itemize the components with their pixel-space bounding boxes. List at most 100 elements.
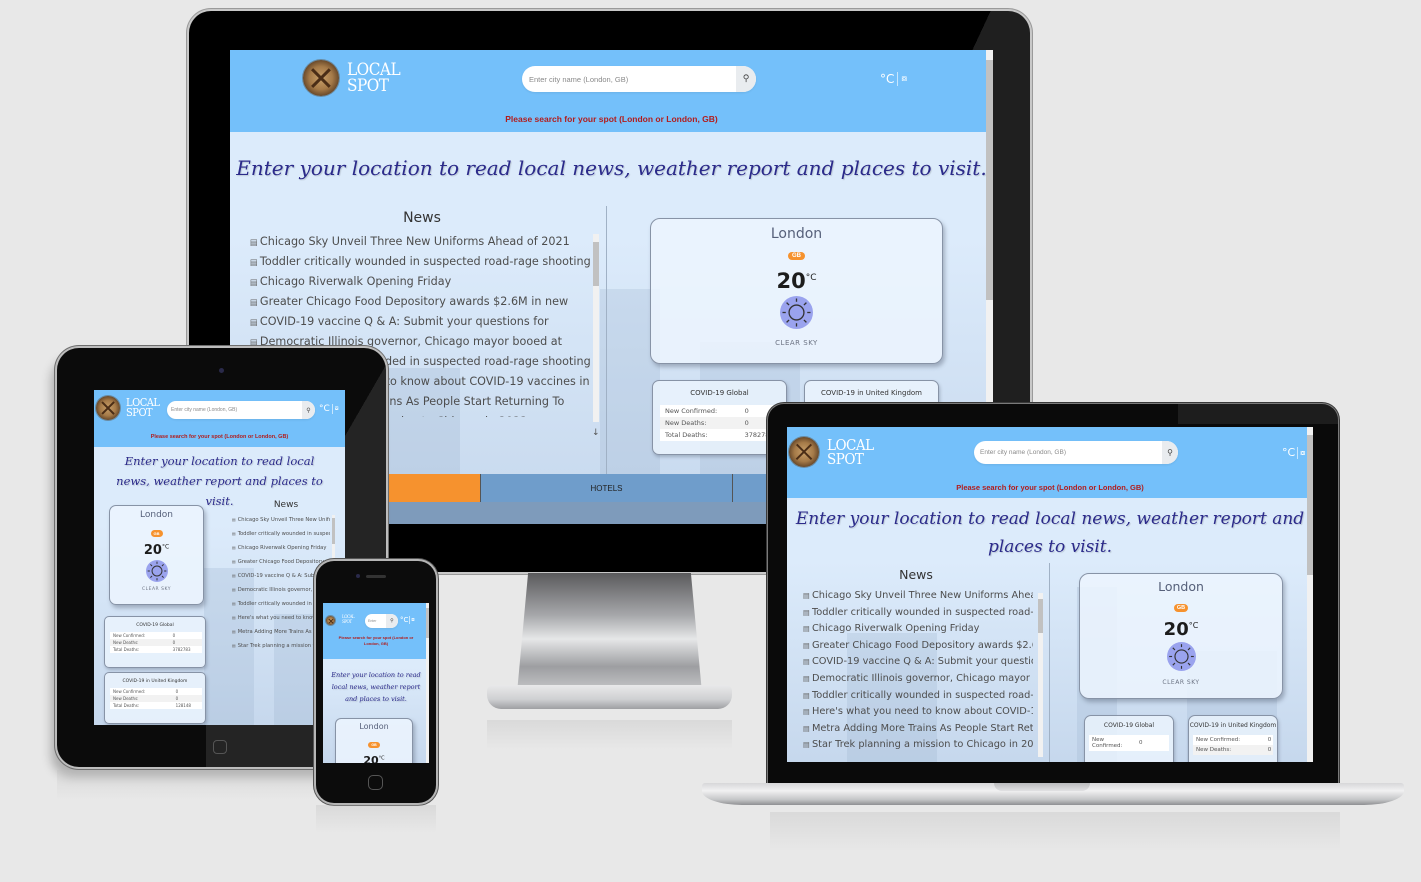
scrollbar-thumb[interactable] — [1038, 599, 1043, 633]
news-item[interactable]: ▤Greater Chicago Food Depository awards … — [803, 638, 1033, 655]
page-scrollbar[interactable] — [1307, 427, 1313, 762]
news-headline: Democratic Illinois governor, Chicago ma… — [811, 672, 1033, 684]
city-search-input[interactable] — [974, 449, 1162, 456]
unit-toggle[interactable]: °C — [319, 404, 330, 414]
share-icon[interactable]: ⧇ — [335, 405, 339, 413]
news-item[interactable]: ▤Greater Chicago Food Depository awards … — [232, 555, 330, 569]
covid-value: 3782783 — [172, 647, 191, 652]
search-icon: ⚲ — [1167, 448, 1173, 457]
news-item[interactable]: ▤Chicago Sky Unveil Three New Uniforms A… — [232, 513, 330, 527]
search-bar: ⚲ — [167, 401, 315, 419]
city-search-input[interactable] — [522, 74, 736, 84]
temperature-value: 20 — [143, 543, 162, 558]
temperature-value: 20 — [1163, 619, 1189, 640]
news-item[interactable]: ▤Toddler critically wounded in suspected… — [250, 252, 590, 272]
newspaper-icon: ▤ — [232, 559, 236, 564]
weather-city: London — [1158, 579, 1204, 594]
news-headline: Star Trek planning a mission to Chicago … — [811, 739, 1033, 751]
news-item[interactable]: ▤Star Trek planning a mission to Chicago… — [803, 737, 1033, 754]
covid-card-title: COVID-19 in United Kingdom — [821, 389, 922, 397]
covid-uk-table: New Confirmed: 0 New Deaths: 0 — [1193, 735, 1273, 755]
news-item[interactable]: ▤Democratic Illinois governor, Chicago m… — [803, 671, 1033, 688]
logo[interactable]: LOCAL SPOT — [326, 615, 355, 625]
newspaper-icon: ▤ — [803, 740, 810, 750]
search-button[interactable]: ⚲ — [386, 614, 398, 628]
logo[interactable]: LOCAL SPOT — [789, 437, 874, 467]
city-search-input[interactable] — [167, 407, 302, 413]
unit-toggle[interactable]: °C — [1282, 446, 1295, 459]
news-item[interactable]: ▤ Chicago Riverwalk Opening Friday — [232, 541, 330, 555]
news-title: News — [403, 210, 441, 226]
news-headline: Chicago Sky Unveil Three New Uniforms Ah… — [259, 235, 570, 248]
covid-card-title: COVID-19 in United Kingdom — [122, 679, 188, 684]
newspaper-icon: ▤ — [250, 317, 258, 327]
logo-line-2: SPOT — [342, 619, 352, 625]
share-icon[interactable]: ⧇ — [1300, 448, 1305, 458]
scroll-down-arrow-icon[interactable]: ↓ — [592, 428, 600, 438]
search-button[interactable]: ⚲ — [1162, 441, 1178, 464]
covid-label: New Confirmed: — [1196, 737, 1241, 743]
page-scrollbar-thumb[interactable] — [986, 60, 993, 300]
news-headline: Greater Chicago Food Depository awards $… — [259, 295, 569, 308]
news-item[interactable]: ▤ Chicago Riverwalk Opening Friday — [250, 272, 590, 292]
news-scrollbar[interactable] — [593, 234, 599, 422]
news-headline: COVID-19 vaccine Q & A: Submit your ques… — [259, 315, 549, 328]
tab-hotels[interactable]: HOTELS — [481, 474, 733, 502]
news-scrollbar[interactable] — [332, 515, 335, 560]
country-badge: GB — [150, 530, 163, 537]
news-headline: Greater Chicago Food Depository awards $… — [811, 639, 1033, 651]
search-button[interactable]: ⚲ — [736, 66, 756, 92]
news-item[interactable]: ▤Metra Adding More Trains As People Star… — [803, 721, 1033, 738]
share-icon[interactable]: ⧇ — [411, 617, 414, 623]
scrollbar-thumb[interactable] — [593, 242, 599, 286]
laptop-reflection — [770, 812, 1340, 852]
newspaper-icon: ▤ — [232, 573, 236, 578]
search-button[interactable]: ⚲ — [302, 401, 315, 419]
newspaper-icon: ▤ — [250, 277, 258, 287]
news-item[interactable]: ▤Chicago Sky Unveil Three New Uniforms A… — [803, 588, 1033, 605]
scrollbar-thumb[interactable] — [332, 518, 335, 544]
city-search-input[interactable] — [365, 619, 386, 623]
news-headline: Chicago Riverwalk Opening Friday — [811, 623, 980, 635]
laptop-base — [702, 783, 1404, 809]
newspaper-icon: ▤ — [803, 640, 810, 650]
page-scrollbar-thumb[interactable] — [1307, 435, 1313, 575]
news-headline: Chicago Riverwalk Opening Friday — [237, 545, 327, 551]
weather-city: London — [140, 510, 173, 520]
temperature-unit: °C — [161, 543, 170, 551]
covid-label: New Confirmed: — [113, 633, 146, 638]
compass-icon — [303, 60, 339, 96]
news-item[interactable]: ▤COVID-19 vaccine Q & A: Submit your que… — [803, 654, 1033, 671]
covid-value: 0 — [1267, 747, 1272, 753]
news-title: News — [899, 567, 933, 582]
news-item[interactable]: ▤Toddler critically wounded in suspected… — [232, 527, 330, 541]
news-item[interactable]: ▤Here's what you need to know about COVI… — [803, 704, 1033, 721]
newspaper-icon: ▤ — [803, 690, 810, 700]
search-bar: ⚲ — [365, 614, 398, 628]
news-item[interactable]: ▤Toddler critically wounded in suspected… — [803, 605, 1033, 622]
covid-value: 128148 — [175, 703, 191, 708]
covid-value: 0 — [1139, 740, 1143, 746]
temperature: 20°C — [1080, 619, 1282, 640]
share-icon[interactable]: ⧇ — [901, 74, 907, 84]
news-item[interactable]: ▤Chicago Sky Unveil Three New Uniforms A… — [250, 232, 590, 252]
phone-speaker — [366, 575, 386, 578]
news-item[interactable]: ▤ Chicago Riverwalk Opening Friday — [803, 621, 1033, 638]
news-scrollbar[interactable] — [1038, 593, 1043, 757]
covid-label: New Deaths: — [113, 640, 139, 645]
news-headline: Chicago Sky Unveil Three New Uniforms Ah… — [237, 517, 330, 523]
logo[interactable]: LOCAL SPOT — [96, 396, 160, 420]
page-scrollbar-thumb[interactable] — [426, 608, 429, 638]
news-item[interactable]: ▤Greater Chicago Food Depository awards … — [250, 292, 590, 312]
covid-value: 0 — [175, 689, 179, 694]
search-bar: ⚲ — [974, 441, 1178, 464]
newspaper-icon: ▤ — [250, 297, 258, 307]
unit-toggle[interactable]: °C — [880, 72, 894, 86]
newspaper-icon: ▤ — [232, 587, 236, 592]
temperature-value: 20 — [363, 754, 379, 763]
news-item[interactable]: ▤Toddler critically wounded in suspected… — [803, 688, 1033, 705]
news-item[interactable]: ▤COVID-19 vaccine Q & A: Submit your que… — [250, 312, 590, 332]
page-scrollbar[interactable] — [426, 603, 429, 763]
logo[interactable]: LOCAL SPOT — [303, 60, 401, 96]
unit-toggle[interactable]: °C — [400, 616, 408, 624]
